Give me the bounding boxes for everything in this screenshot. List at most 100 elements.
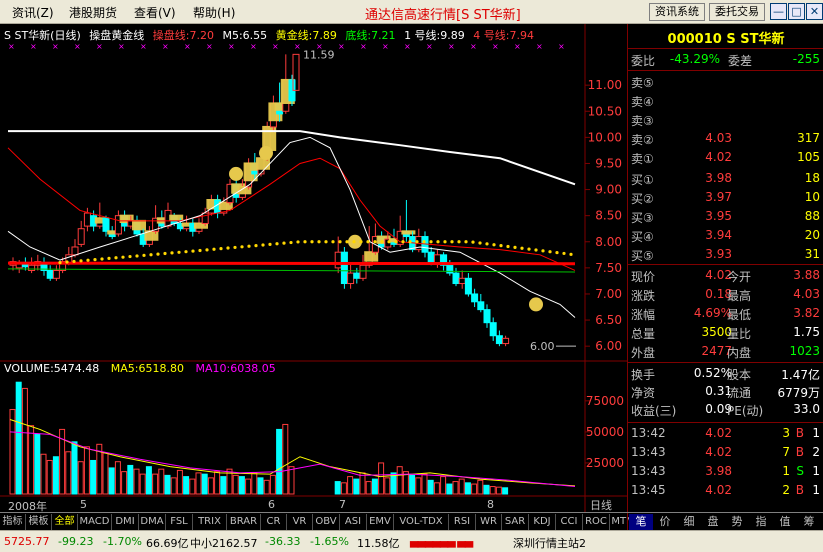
indicator-tab-全部[interactable]: 全部 [52,514,78,530]
indicator-tab-vol-tdx[interactable]: VOL-TDX [394,514,449,530]
volume-bar [71,441,78,495]
indicator-tab-vr[interactable]: VR [287,514,313,530]
top-marker: × [140,42,147,51]
volume-bar [102,452,109,495]
caopan-line [7,147,576,271]
trade-row: 13:45 4.02 2 B 1 [628,483,823,499]
sell-label: 卖⑤ [631,76,654,90]
trade-time: 13:43 [631,464,666,478]
indicator-tab-dmi[interactable]: DMI [112,514,139,530]
buy-price: 3.95 [705,209,732,223]
panel-tab-1[interactable]: 价 [653,514,677,530]
huangjin-dot [163,251,167,256]
stat2-row: 换手 0.52% 股本 1.47亿 [628,366,823,382]
volume-bar [164,474,171,495]
menu-zixun[interactable]: 资讯(Z) [12,4,54,21]
caopan-line-value: 操盘线:7.20 [152,29,214,42]
stat-label: 外盘 [631,346,656,360]
indicator-tab-cr[interactable]: CR [261,514,287,530]
volume-bar [65,451,72,495]
indicator-tab-rsi[interactable]: RSI [449,514,476,530]
indicator-tab-trix[interactable]: TRIX [193,514,227,530]
indicator-tab-macd[interactable]: MACD [78,514,112,530]
top-marker: × [206,42,213,51]
indicator-tab-wr[interactable]: WR [476,514,502,530]
indicator-tab-cci[interactable]: CCI [556,514,583,530]
panel-tab-3[interactable]: 盘 [701,514,725,530]
stat-label: 量比 [727,327,752,341]
indicator-tab-fsl[interactable]: FSL [166,514,193,530]
panel-tab-5[interactable]: 指 [749,514,773,530]
order-trade-button[interactable]: 委托交易 [709,3,765,21]
candle-body [495,335,503,345]
volume-bar [440,476,447,495]
candle-body [359,264,367,279]
indicator-tab-指标[interactable]: 指标 [0,514,26,530]
volume-bar [176,469,183,495]
sell-label: 卖④ [631,95,654,109]
sell-price: 4.02 [705,150,732,164]
huangjin-dot [317,240,321,244]
candle-body [52,269,60,279]
quote-panel: 000010 S ST华新 委比 -43.29% 委差 -255 卖⑤ 卖④ 卖③ 卖… [627,24,823,530]
volume-bar [282,423,289,495]
period-label[interactable]: 日线 [590,497,612,513]
top-marker: × [470,42,477,51]
volume-bar [353,478,360,495]
indicator-tab-sar[interactable]: SAR [502,514,529,530]
huangjin-dot [254,243,258,248]
info-system-button[interactable]: 资讯系统 [649,3,705,21]
indicator-tab-emv[interactable]: EMV [367,514,394,530]
minimize-icon[interactable]: — [770,3,787,20]
panel-tab-7[interactable]: 筹 [797,514,821,530]
kline-chart[interactable]: × × × × × × × × × × × × × × × × × × × × × × × × × ×11.0010.5010.0… [0,24,627,512]
close-icon[interactable]: ✕ [806,3,823,20]
panel-tab-4[interactable]: 势 [725,514,749,530]
volume-bar [471,483,478,495]
gold-band [132,219,146,231]
buy-level-5: 买⑤ 3.93 31 [628,247,823,263]
candle-body [71,246,79,256]
maximize-icon[interactable]: □ [788,3,805,20]
kline-chart-area[interactable]: × × × × × × × × × × × × × × × × × × × × × × × × × × 11.00 10.50 10.0… [0,24,627,513]
panel-tab-0[interactable]: 笔 [629,514,653,530]
huangjin-dot [233,245,237,250]
zx-change: -36.33 [265,535,301,548]
buy-label: 买③ [631,211,654,225]
menu-help[interactable]: 帮助(H) [193,4,235,21]
stat2-value: 6779万 [777,386,820,400]
trade-price: 4.02 [705,426,732,440]
candle-body [483,309,491,324]
dixian-line [7,268,576,273]
stat2-label: 净资 [631,386,656,400]
candle-body [83,212,91,227]
candle-body [340,251,348,285]
volume-bar [139,473,146,495]
indicator-tab-模板[interactable]: 模板 [26,514,52,530]
panel-tab-2[interactable]: 细 [677,514,701,530]
trade-side: B [795,445,804,459]
stat2-label: 收益(三) [631,404,677,418]
volume-bar [201,473,208,495]
stat-label: 现价 [631,270,656,284]
sell-volume: 105 [797,150,820,164]
indicator-name: 操盘黄金线 [89,29,145,42]
indicator-tab-asi[interactable]: ASI [340,514,367,530]
trade-side: B [795,483,804,497]
menu-hk-futures[interactable]: 港股期货 [69,4,117,21]
buy-price: 3.94 [705,228,732,242]
indicator-tab-roc[interactable]: ROC [583,514,610,530]
huangjin-dot [135,254,139,258]
huangjin-dot [359,240,363,244]
indicator-tab-dma[interactable]: DMA [139,514,166,530]
indicator-tab-obv[interactable]: OBV [313,514,340,530]
app-title: 通达信高速行情[S ST华新] [365,8,521,23]
volume-bar [46,459,53,495]
menu-view[interactable]: 查看(V) [134,4,176,21]
top-marker: × [250,42,257,51]
top-marker: × [162,42,169,51]
indicator-tab-brar[interactable]: BRAR [227,514,261,530]
panel-tab-6[interactable]: 值 [773,514,797,530]
line1-value: 1 号线:9.89 [404,29,465,42]
indicator-tab-kdj[interactable]: KDJ [529,514,556,530]
